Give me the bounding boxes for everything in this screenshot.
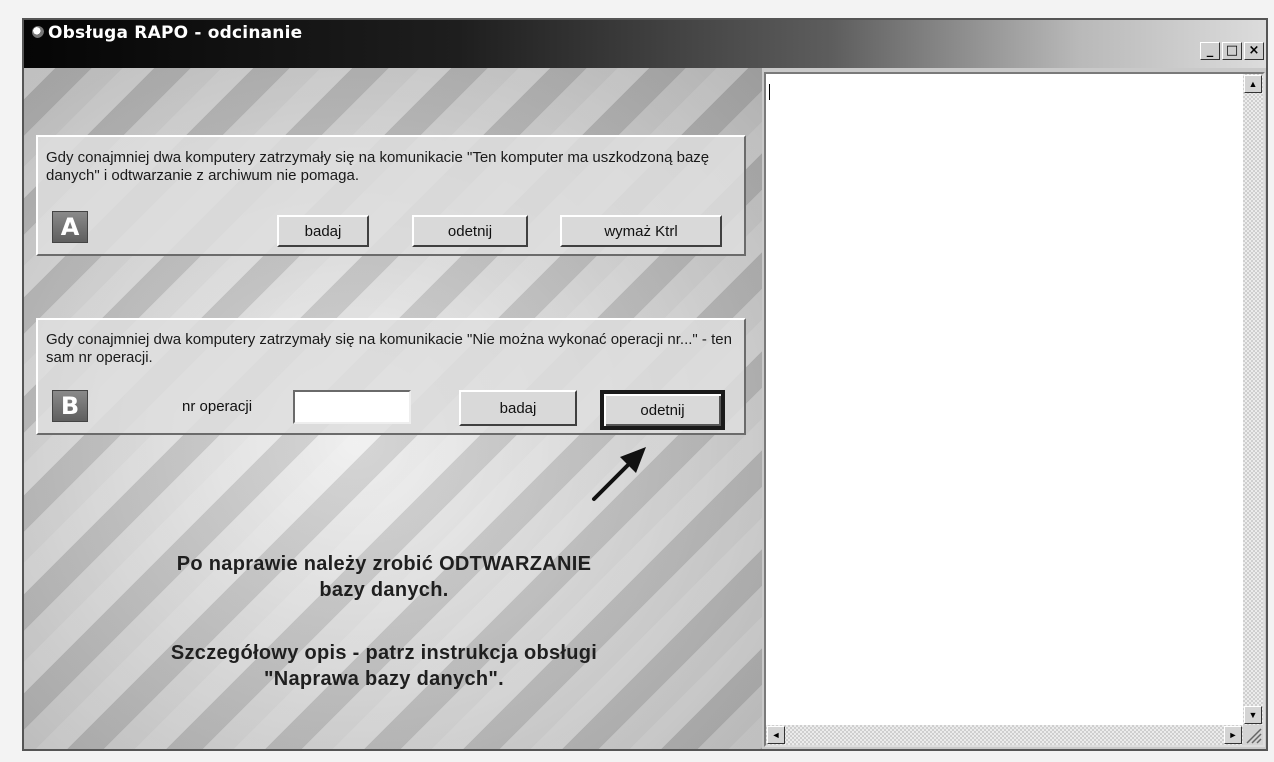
pointer-arrow-icon xyxy=(592,447,646,501)
scroll-up-icon[interactable]: ▲ xyxy=(1244,75,1262,93)
horizontal-scrollbar[interactable]: ◄ ► xyxy=(766,725,1243,745)
resize-grip-icon[interactable] xyxy=(1243,725,1263,745)
section-a-description: Gdy conajmniej dwa komputery zatrzymały … xyxy=(46,149,710,184)
scroll-right-icon[interactable]: ► xyxy=(1224,726,1242,744)
manual-note: Szczegółowy opis - patrz instrukcja obsł… xyxy=(64,640,704,692)
section-b-odetnij-button[interactable]: odetnij xyxy=(600,390,725,430)
window-title: Obsługa RAPO - odcinanie xyxy=(48,23,303,43)
title-bar[interactable]: Obsługa RAPO - odcinanie _ □ × xyxy=(24,20,1266,68)
scroll-down-icon[interactable]: ▼ xyxy=(1244,706,1262,724)
repair-note-line-2: bazy danych. xyxy=(319,579,449,601)
control-pane: Gdy conajmniej dwa komputery zatrzymały … xyxy=(24,68,762,749)
repair-note-line-1: Po naprawie należy zrobić ODTWARZANIE xyxy=(176,553,592,575)
close-button[interactable]: × xyxy=(1244,42,1264,60)
section-a-badaj-button[interactable]: badaj xyxy=(277,215,369,247)
section-a-badge: A xyxy=(52,211,88,243)
section-b: Gdy conajmniej dwa komputery zatrzymały … xyxy=(36,318,746,435)
maximize-button[interactable]: □ xyxy=(1222,42,1242,60)
main-window: Obsługa RAPO - odcinanie _ □ × Gdy conaj… xyxy=(22,18,1268,751)
output-text-area[interactable]: ▲ ▼ ◄ ► xyxy=(764,72,1265,747)
operation-number-label: nr operacji xyxy=(182,398,253,415)
repair-note: Po naprawie należy zrobić ODTWARZANIE ba… xyxy=(64,551,704,603)
vertical-scrollbar[interactable]: ▲ ▼ xyxy=(1243,74,1263,725)
manual-note-line-1: Szczegółowy opis - patrz instrukcja obsł… xyxy=(170,642,598,664)
section-a-odetnij-button[interactable]: odetnij xyxy=(412,215,528,247)
section-a: Gdy conajmniej dwa komputery zatrzymały … xyxy=(36,135,746,256)
manual-note-line-2: "Naprawa bazy danych". xyxy=(263,668,505,690)
scroll-left-icon[interactable]: ◄ xyxy=(767,726,785,744)
text-cursor xyxy=(769,84,770,100)
section-b-badge: B xyxy=(52,390,88,422)
minimize-button[interactable]: _ xyxy=(1200,42,1220,60)
section-a-wymaz-button[interactable]: wymaż Ktrl xyxy=(560,215,722,247)
section-b-badaj-button[interactable]: badaj xyxy=(459,390,577,426)
operation-number-input[interactable] xyxy=(293,390,411,424)
section-b-description: Gdy conajmniej dwa komputery zatrzymały … xyxy=(46,331,732,366)
app-icon xyxy=(32,26,44,38)
